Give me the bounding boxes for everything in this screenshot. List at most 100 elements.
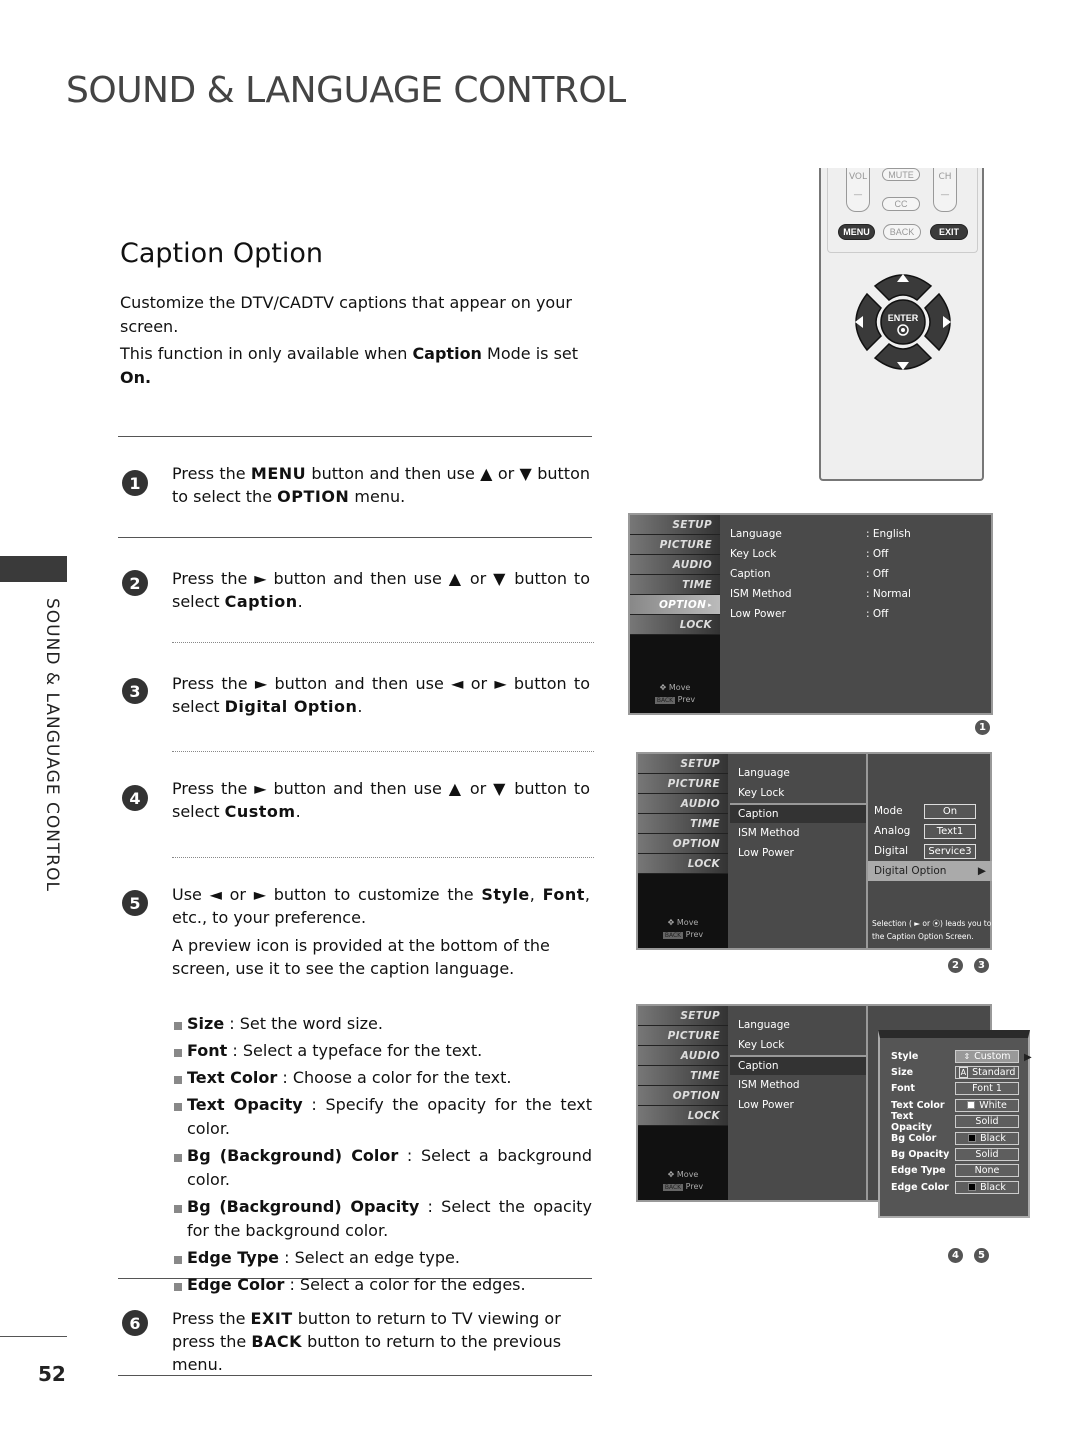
menu-item-picture[interactable]: PICTURE	[638, 1026, 728, 1046]
caption-option-label: Bg Opacity	[891, 1149, 950, 1161]
caption-option-row[interactable]: Edge Type None	[880, 1163, 1028, 1179]
option-description-item: Font : Select a typeface for the text.	[174, 1039, 592, 1063]
caption-option-row[interactable]: Bg Opacity Solid	[880, 1146, 1028, 1162]
caption-setting-value[interactable]: Text1	[924, 823, 976, 839]
caption-option-label: Text Opacity	[891, 1110, 932, 1133]
menu-row[interactable]: Key Lock	[730, 1035, 866, 1055]
menu-row-label: Language	[738, 1019, 790, 1031]
caption-option-row[interactable]: Style ⇕ Custom	[880, 1048, 1028, 1064]
exit-button[interactable]: EXIT	[930, 224, 968, 240]
step-number-5: 5	[122, 890, 148, 916]
caption-option-row[interactable]: Size A Standard	[880, 1064, 1028, 1080]
settings-row[interactable]: Caption: Off	[730, 564, 980, 584]
caption-setting-row[interactable]: Mode On	[868, 801, 992, 821]
menu-row[interactable]: Low Power	[730, 1095, 866, 1115]
mute-button[interactable]: MUTE	[882, 168, 920, 181]
move-label: Move	[676, 1170, 699, 1179]
value-text: Black	[980, 1132, 1006, 1144]
menu-item-setup[interactable]: SETUP	[638, 754, 728, 774]
intro-bold: On.	[120, 368, 152, 387]
back-button[interactable]: BACK	[883, 224, 921, 240]
menu-item-picture[interactable]: PICTURE	[638, 774, 728, 794]
menu-item-option[interactable]: OPTION	[638, 1086, 728, 1106]
menu-row[interactable]: Language	[730, 1015, 866, 1035]
caption-option-value[interactable]: Black	[955, 1180, 1019, 1194]
menu-item-option[interactable]: OPTION	[638, 834, 728, 854]
menu-row[interactable]: ISM Method	[730, 823, 866, 843]
menu-row[interactable]: Key Lock	[730, 783, 866, 803]
option-desc: : Select an edge type.	[279, 1248, 460, 1267]
color-swatch	[967, 1101, 976, 1110]
text: Use ◄ or ► button to customize the	[172, 885, 482, 904]
menu-item-lock[interactable]: LOCK	[638, 854, 728, 874]
value-text: Solid	[975, 1116, 999, 1128]
value-text: Standard	[972, 1067, 1016, 1079]
caption-setting-row[interactable]: Analog Text1	[868, 821, 992, 841]
menu-item-option[interactable]: OPTION ▸	[630, 595, 720, 615]
settings-row[interactable]: ISM Method: Normal	[730, 584, 980, 604]
caption-hint: Selection ( ► or ⦿) leads you to the Cap…	[872, 919, 992, 941]
option-description-item: Bg (Background) Opacity : Select the opa…	[174, 1195, 592, 1243]
menu-item-audio[interactable]: AUDIO	[638, 1046, 728, 1066]
caption-option-row[interactable]: Font Font 1	[880, 1081, 1028, 1097]
menu-label: OPTION	[658, 598, 707, 611]
caption-option-row[interactable]: Edge Color Black	[880, 1179, 1028, 1195]
value-text: Font 1	[972, 1083, 1002, 1095]
menu-item-setup[interactable]: SETUP	[630, 515, 720, 535]
minus-icon: —	[940, 190, 950, 200]
text: ,	[529, 885, 543, 904]
key-name: Style	[481, 885, 530, 904]
step-ref-badge: 2	[948, 958, 963, 973]
key-name: Font	[542, 885, 585, 904]
digital-option-label: Digital Option	[874, 865, 947, 877]
ch-rocker[interactable]: CH —	[933, 168, 957, 212]
settings-row[interactable]: Key Lock: Off	[730, 544, 980, 564]
back-key-icon: BACK	[654, 697, 676, 704]
move-icon: ✥	[659, 683, 667, 692]
key-name: Caption	[224, 592, 298, 611]
text: Press the	[172, 464, 251, 483]
caption-option-value[interactable]: Solid	[955, 1115, 1019, 1129]
menu-row[interactable]: Caption	[730, 1055, 866, 1075]
vol-rocker[interactable]: VOL —	[846, 168, 870, 212]
cc-button[interactable]: CC	[882, 197, 920, 211]
caption-option-value[interactable]: White	[955, 1098, 1019, 1112]
menu-item-audio[interactable]: AUDIO	[638, 794, 728, 814]
menu-item-time[interactable]: TIME	[638, 814, 728, 834]
settings-row[interactable]: Language: English	[730, 524, 980, 544]
menu-button[interactable]: MENU	[838, 224, 875, 240]
option-term: Bg (Background) Color	[187, 1146, 399, 1165]
menu-row-label: Low Power	[738, 1099, 794, 1111]
menu-row[interactable]: Language	[730, 763, 866, 783]
menu-item-setup[interactable]: SETUP	[638, 1006, 728, 1026]
intro-paragraph-2: This function in only available when Cap…	[120, 342, 590, 390]
caption-option-value[interactable]: None	[955, 1164, 1019, 1178]
caption-option-value[interactable]: Font 1	[955, 1082, 1019, 1096]
menu-item-audio[interactable]: AUDIO	[630, 555, 720, 575]
settings-row[interactable]: Low Power: Off	[730, 604, 980, 624]
menu-item-time[interactable]: TIME	[638, 1066, 728, 1086]
caption-setting-value[interactable]: Service3	[924, 843, 976, 859]
caption-option-value[interactable]: ⇕ Custom	[955, 1049, 1019, 1063]
caption-setting-value[interactable]: On	[924, 803, 976, 819]
caption-option-row[interactable]: Text Opacity Solid	[880, 1110, 1028, 1133]
caption-option-value[interactable]: A Standard	[955, 1066, 1019, 1080]
menu-row-label: Key Lock	[738, 1039, 785, 1051]
caption-option-row[interactable]: Bg Color Black	[880, 1130, 1028, 1146]
menu-row[interactable]: Caption	[730, 803, 866, 823]
value-text: White	[979, 1099, 1007, 1111]
menu-row[interactable]: ISM Method	[730, 1075, 866, 1095]
menu-item-time[interactable]: TIME	[630, 575, 720, 595]
menu-item-picture[interactable]: PICTURE	[630, 535, 720, 555]
caption-option-value[interactable]: Solid	[955, 1148, 1019, 1162]
back-key-icon: BACK	[662, 1184, 684, 1191]
prev-label: Prev	[685, 1182, 704, 1191]
option-description-item: Text Color : Choose a color for the text…	[174, 1066, 592, 1090]
menu-row[interactable]: Low Power	[730, 843, 866, 863]
setting-value: : Normal	[866, 588, 911, 600]
caption-option-value[interactable]: Black	[955, 1131, 1019, 1145]
digital-option-item[interactable]: Digital Option ▶	[868, 861, 992, 881]
caption-setting-row[interactable]: Digital Service3	[868, 841, 992, 861]
menu-item-lock[interactable]: LOCK	[630, 615, 720, 635]
menu-item-lock[interactable]: LOCK	[638, 1106, 728, 1126]
